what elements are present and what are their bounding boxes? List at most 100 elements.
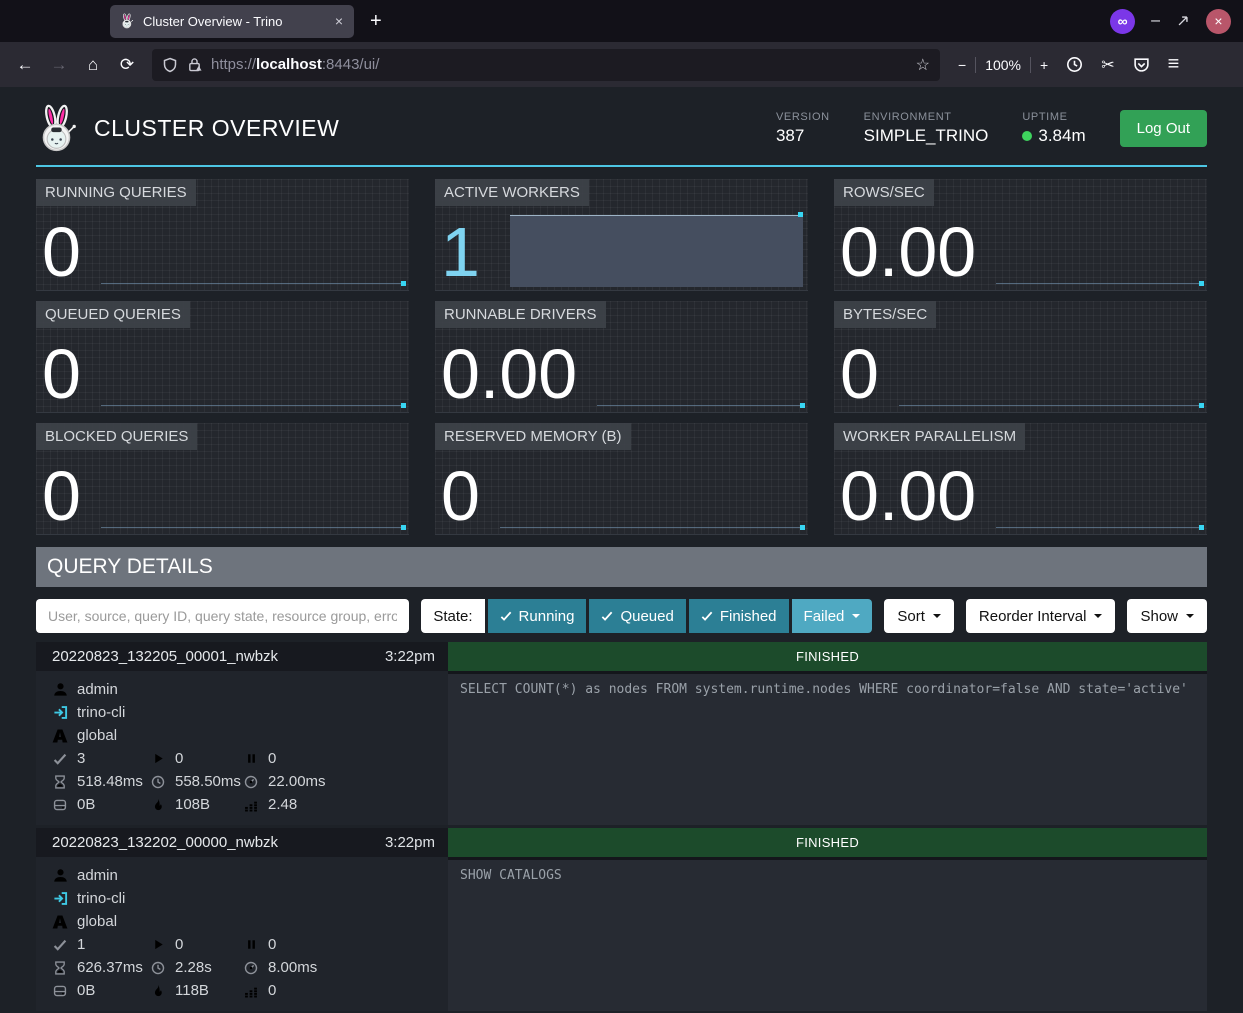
forward-icon[interactable]: → xyxy=(44,50,74,80)
filter-finished-button[interactable]: Finished xyxy=(689,599,789,633)
home-icon[interactable]: ⌂ xyxy=(78,50,108,80)
play-icon xyxy=(150,752,166,765)
log-in-icon xyxy=(52,891,68,906)
query-resource-group-row: global xyxy=(52,724,440,747)
url-text: https://localhost:8443/ui/ xyxy=(211,56,379,73)
hourglass-icon xyxy=(52,775,68,789)
wall-time: 626.37ms xyxy=(77,959,143,976)
check-icon xyxy=(52,752,68,766)
page-title: CLUSTER OVERVIEW xyxy=(94,115,339,142)
road-icon xyxy=(52,728,68,744)
filter-queued-button[interactable]: Queued xyxy=(589,599,685,633)
clock-icon xyxy=(150,775,166,789)
sparkline xyxy=(899,301,1204,412)
cpu-time: 558.50ms xyxy=(175,773,241,790)
stat-card-rows-sec: ROWS/SEC 0.00 xyxy=(834,179,1207,291)
stat-value: 0.00 xyxy=(834,463,976,535)
query-user: admin xyxy=(77,681,118,698)
zoom-level[interactable]: 100% xyxy=(985,57,1021,73)
query-source-row: trino-cli xyxy=(52,887,440,910)
close-window-icon[interactable]: × xyxy=(1206,9,1231,34)
query-text: SHOW CATALOGS xyxy=(448,857,1207,1011)
environment-label: ENVIRONMENT xyxy=(864,111,989,123)
query-time: 3:22pm xyxy=(385,834,435,851)
zoom-out-icon[interactable]: − xyxy=(958,57,966,73)
query-stats-panel: admin trino-cli global 1 0 0 626.37ms 2.… xyxy=(36,857,448,1011)
lock-warning-icon[interactable] xyxy=(187,57,202,72)
caret-down-icon xyxy=(852,614,860,618)
state-filter-label: State: xyxy=(421,599,484,633)
search-input[interactable] xyxy=(36,599,409,633)
query-time: 3:22pm xyxy=(385,648,435,665)
cluster-meta: VERSION 387 ENVIRONMENT SIMPLE_TRINO UPT… xyxy=(776,111,1086,146)
screenshot-scissors-icon[interactable]: ✂ xyxy=(1101,55,1114,75)
restore-window-icon[interactable] xyxy=(1176,14,1190,28)
page-header: CLUSTER OVERVIEW VERSION 387 ENVIRONMENT… xyxy=(36,87,1207,167)
check-icon xyxy=(500,610,512,622)
tab-title: Cluster Overview - Trino xyxy=(143,14,325,29)
caret-down-icon xyxy=(933,614,941,618)
log-in-icon xyxy=(52,705,68,720)
splits-completed: 1 xyxy=(77,936,85,953)
sort-dropdown[interactable]: Sort xyxy=(884,599,954,633)
stat-label: RUNNING QUERIES xyxy=(36,179,196,206)
stat-value: 0.00 xyxy=(834,219,976,291)
stat-card-bytes-sec: BYTES/SEC 0 xyxy=(834,301,1207,413)
stat-card-active-workers: ACTIVE WORKERS 1 xyxy=(435,179,808,291)
uptime-block: UPTIME 3.84m xyxy=(1022,111,1085,146)
peak-memory: 118B xyxy=(175,982,209,999)
query-resource-group-row: global xyxy=(52,910,440,933)
uptime-label: UPTIME xyxy=(1022,111,1085,123)
version-block: VERSION 387 xyxy=(776,111,830,146)
query-card: 20220823_132202_00000_nwbzk 3:22pm FINIS… xyxy=(36,828,1207,1011)
stat-card-blocked-queries: BLOCKED QUERIES 0 xyxy=(36,423,409,535)
zoom-in-icon[interactable]: + xyxy=(1040,57,1048,73)
query-id-link[interactable]: 20220823_132202_00000_nwbzk xyxy=(52,834,278,851)
bookmark-star-icon[interactable]: ☆ xyxy=(916,55,930,75)
stat-label: ACTIVE WORKERS xyxy=(435,179,589,206)
new-tab-button[interactable]: + xyxy=(370,10,382,33)
query-id-link[interactable]: 20220823_132205_00001_nwbzk xyxy=(52,648,278,665)
check-icon xyxy=(601,610,613,622)
logout-button[interactable]: Log Out xyxy=(1120,110,1207,147)
reorder-interval-dropdown[interactable]: Reorder Interval xyxy=(966,599,1116,633)
uptime-status-dot xyxy=(1022,131,1032,141)
stat-card-worker-parallelism: WORKER PARALLELISM 0.00 xyxy=(834,423,1207,535)
version-value: 387 xyxy=(776,126,830,146)
disk-icon xyxy=(52,984,68,998)
user-icon xyxy=(52,868,68,883)
browser-tab[interactable]: Cluster Overview - Trino × xyxy=(110,5,354,38)
history-clock-icon[interactable] xyxy=(1066,56,1083,73)
stat-label: BYTES/SEC xyxy=(834,301,936,328)
trino-logo xyxy=(36,103,78,153)
stat-value: 0 xyxy=(36,463,81,535)
filter-failed-dropdown[interactable]: Failed xyxy=(792,599,873,633)
trino-favicon xyxy=(119,13,135,29)
stat-card-reserved-memory: RESERVED MEMORY (B) 0 xyxy=(435,423,808,535)
environment-block: ENVIRONMENT SIMPLE_TRINO xyxy=(864,111,989,146)
stat-label: BLOCKED QUERIES xyxy=(36,423,197,450)
tracking-shield-icon[interactable] xyxy=(162,57,178,73)
sparkline xyxy=(996,423,1204,534)
reload-icon[interactable]: ⟳ xyxy=(112,50,142,80)
cpu-time: 2.28s xyxy=(175,959,212,976)
query-status-badge: FINISHED xyxy=(448,642,1207,671)
stat-value: 0 xyxy=(435,463,480,535)
trino-page: CLUSTER OVERVIEW VERSION 387 ENVIRONMENT… xyxy=(0,87,1243,1011)
menu-icon[interactable]: ≡ xyxy=(1168,53,1180,76)
show-dropdown[interactable]: Show xyxy=(1127,599,1207,633)
cumulative-memory: 2.48 xyxy=(268,796,297,813)
pocket-icon[interactable] xyxy=(1133,56,1150,73)
query-splits-grid: 1 0 0 626.37ms 2.28s 8.00ms 0B 118B 0 xyxy=(52,933,440,1002)
caret-down-icon xyxy=(1094,614,1102,618)
back-icon[interactable]: ← xyxy=(10,50,40,80)
tab-close-icon[interactable]: × xyxy=(333,13,345,29)
caret-down-icon xyxy=(1186,614,1194,618)
cumulative-memory-icon xyxy=(243,984,259,998)
splits-running: 0 xyxy=(175,936,183,953)
filter-running-button[interactable]: Running xyxy=(488,599,587,633)
query-user: admin xyxy=(77,867,118,884)
minimize-icon[interactable]: – xyxy=(1151,12,1160,30)
url-bar[interactable]: https://localhost:8443/ui/ ☆ xyxy=(152,49,940,81)
flame-icon xyxy=(150,798,166,812)
